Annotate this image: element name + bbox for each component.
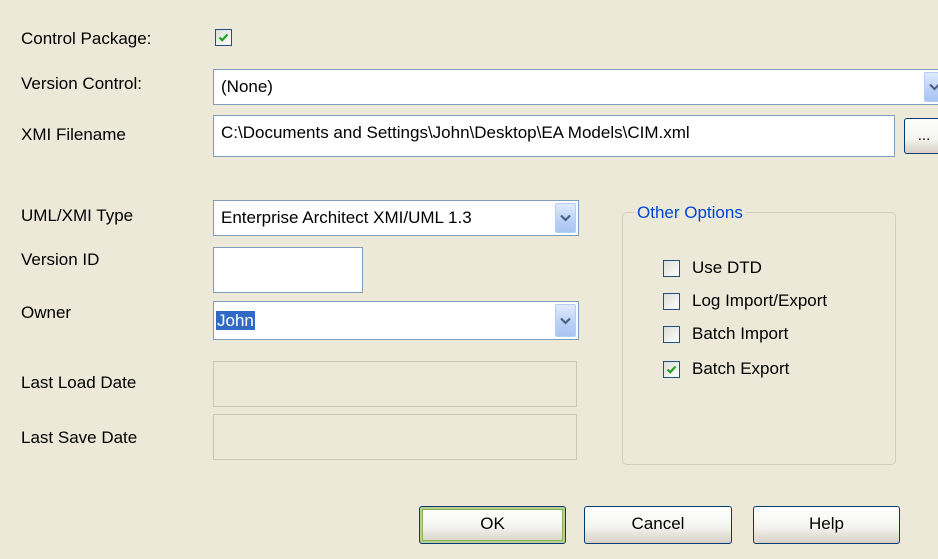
owner-value-wrap: John (216, 310, 255, 331)
use-dtd-label[interactable]: Use DTD (692, 258, 762, 278)
chevron-down-icon (560, 317, 571, 325)
chevron-down-icon (560, 214, 571, 222)
batch-export-label[interactable]: Batch Export (692, 359, 789, 379)
version-control-label: Version Control: (21, 74, 142, 93)
last-load-date-label: Last Load Date (21, 373, 137, 392)
version-id-label: Version ID (21, 250, 100, 269)
xmi-filename-label: XMI Filename (21, 125, 126, 144)
cancel-button[interactable]: Cancel (584, 506, 732, 544)
last-save-date-label: Last Save Date (21, 428, 138, 447)
owner-combo[interactable]: John (213, 301, 579, 340)
version-control-combo[interactable]: (None) (213, 69, 938, 105)
owner-label: Owner (21, 303, 72, 322)
checkmark-icon (666, 365, 677, 374)
uml-xmi-type-dropdown-button[interactable] (555, 203, 576, 233)
help-button[interactable]: Help (753, 506, 900, 544)
other-options-title: Other Options (634, 203, 746, 223)
ok-button[interactable]: OK (419, 506, 566, 544)
batch-import-label[interactable]: Batch Import (692, 324, 788, 344)
use-dtd-checkbox[interactable] (663, 260, 680, 277)
control-package-label: Control Package: (21, 29, 152, 48)
log-import-export-label[interactable]: Log Import/Export (692, 291, 827, 311)
last-load-date-field (213, 361, 577, 407)
batch-import-checkbox[interactable] (663, 326, 680, 343)
version-control-dropdown-button[interactable] (924, 72, 938, 102)
uml-xmi-type-combo[interactable]: Enterprise Architect XMI/UML 1.3 (213, 200, 579, 236)
batch-export-checkbox[interactable] (663, 361, 680, 378)
log-import-export-checkbox[interactable] (663, 293, 680, 310)
xmi-filename-value: C:\Documents and Settings\John\Desktop\E… (221, 123, 690, 142)
checkmark-icon (218, 33, 229, 42)
last-save-date-field (213, 414, 577, 460)
xmi-filename-input[interactable]: C:\Documents and Settings\John\Desktop\E… (213, 115, 895, 157)
version-control-value: (None) (221, 77, 273, 96)
uml-xmi-type-value: Enterprise Architect XMI/UML 1.3 (221, 208, 472, 227)
uml-xmi-type-label: UML/XMI Type (21, 206, 134, 225)
chevron-down-icon (929, 83, 938, 91)
control-package-checkbox[interactable] (215, 29, 232, 46)
browse-button[interactable]: ... (904, 118, 938, 154)
owner-dropdown-button[interactable] (555, 304, 576, 337)
version-id-input[interactable] (213, 247, 363, 293)
owner-value: John (216, 310, 255, 330)
xmi-options-dialog: { "control_package": { "label": "Control… (0, 0, 938, 559)
